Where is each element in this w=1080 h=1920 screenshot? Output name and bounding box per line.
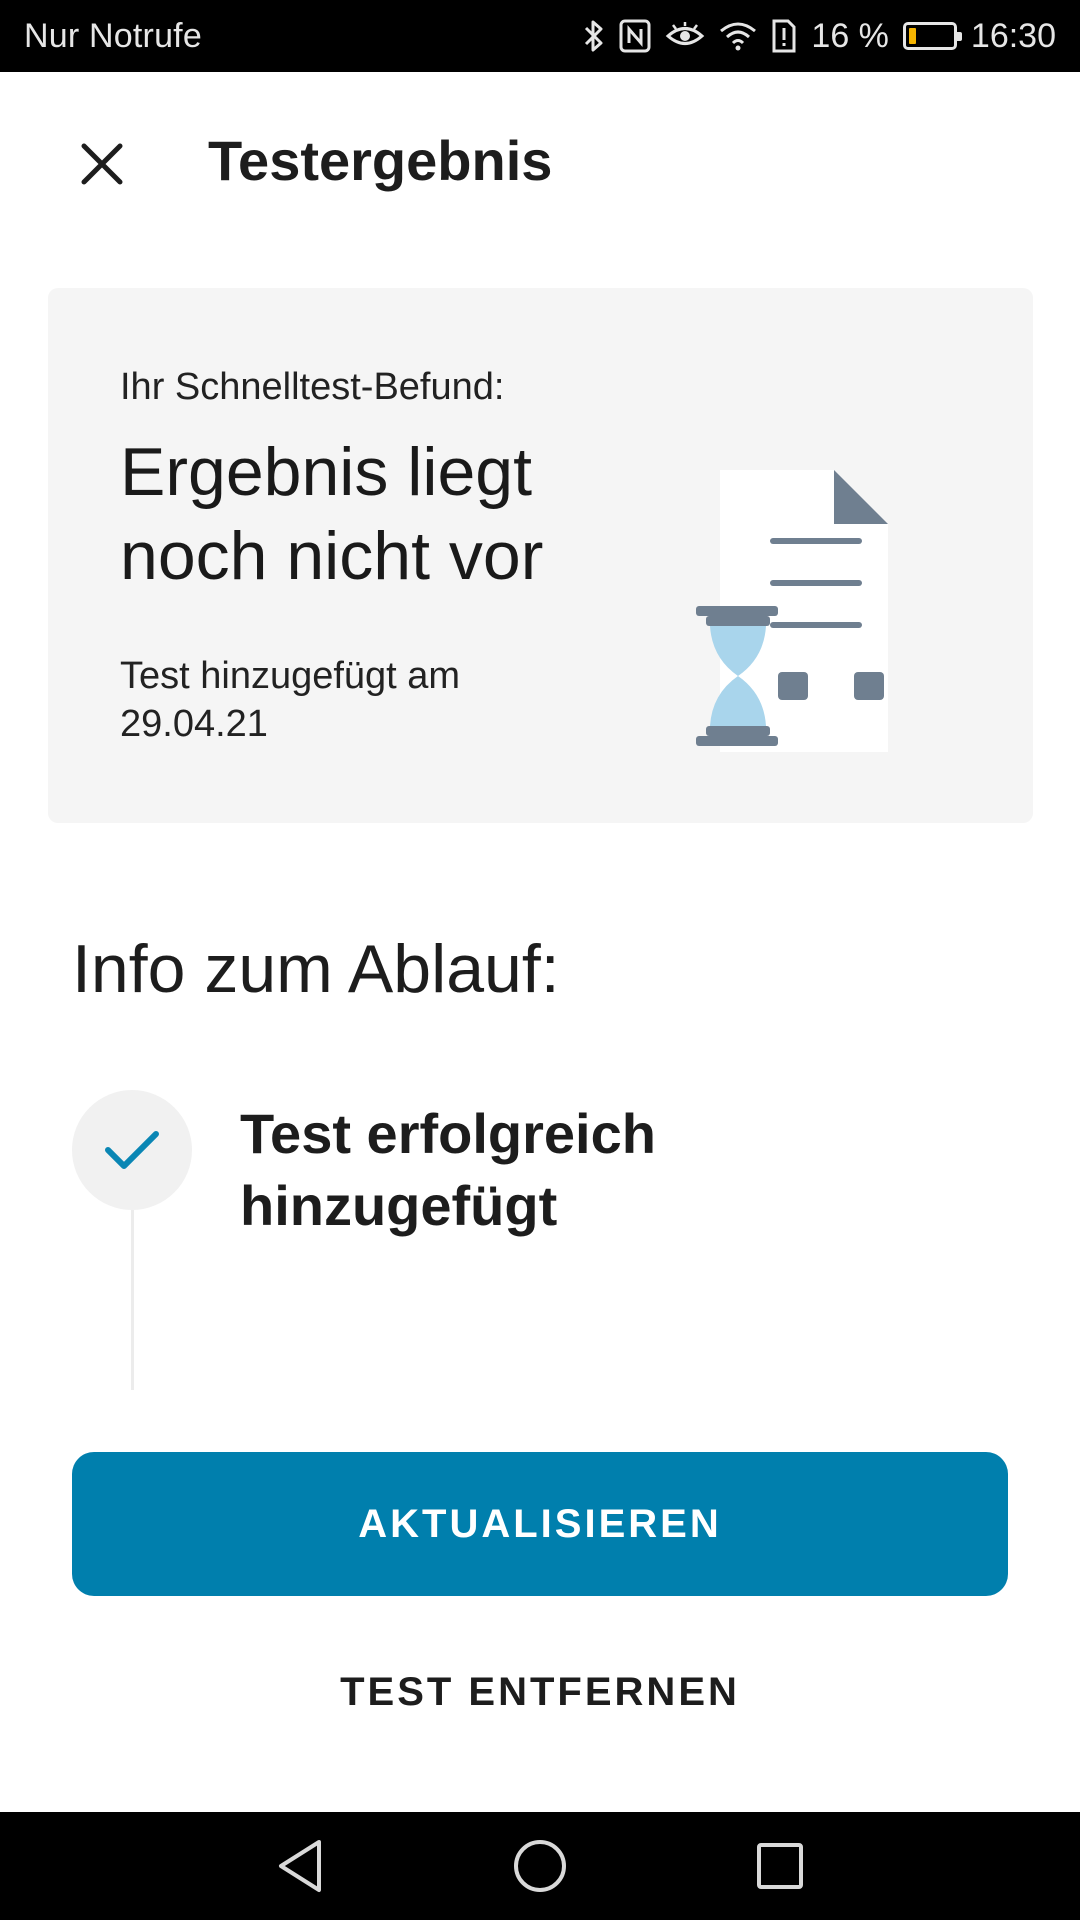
close-icon <box>81 143 123 185</box>
close-button[interactable] <box>60 122 144 206</box>
sim-alert-icon <box>771 16 797 56</box>
clock: 16:30 <box>970 16 1056 55</box>
recents-icon <box>757 1843 803 1889</box>
remove-test-button[interactable]: TEST ENTFERNEN <box>72 1636 1008 1748</box>
battery-percent: 16 % <box>811 16 889 55</box>
screen: Nur Notrufe 16 % 16:30 Testergebnis Ihr … <box>0 0 1080 1920</box>
home-icon <box>514 1840 566 1892</box>
back-icon <box>279 1840 321 1892</box>
document-hourglass-illustration <box>696 470 888 752</box>
result-status: Ergebnis liegt noch nicht vor <box>120 434 544 594</box>
status-bar: Nur Notrufe 16 % 16:30 <box>0 0 1080 72</box>
toolbar: Testergebnis <box>0 72 1080 244</box>
bluetooth-icon <box>583 16 605 56</box>
refresh-button[interactable]: AKTUALISIEREN <box>72 1452 1008 1596</box>
nfc-icon <box>619 16 651 56</box>
status-icons: 16 % 16:30 <box>583 16 1056 56</box>
page-title: Testergebnis <box>208 129 553 192</box>
battery-icon <box>902 22 962 50</box>
back-button[interactable] <box>260 1826 340 1906</box>
step-status-indicator <box>72 1090 192 1210</box>
info-heading: Info zum Ablauf: <box>72 931 560 1007</box>
step-label: Test erfolgreich hinzugefügt <box>240 1102 656 1237</box>
battery-level <box>908 28 916 44</box>
wifi-icon <box>719 16 757 56</box>
home-button[interactable] <box>500 1826 580 1906</box>
eye-comfort-icon <box>665 16 705 56</box>
test-added-date: Test hinzugefügt am 29.04.21 <box>120 655 461 745</box>
carrier-text: Nur Notrufe <box>24 16 202 55</box>
navigation-bar <box>0 1812 1080 1920</box>
result-label: Ihr Schnelltest-Befund: <box>120 366 505 408</box>
result-card: Ihr Schnelltest-Befund: Ergebnis liegt n… <box>48 288 1033 823</box>
checkmark-icon <box>105 1131 159 1169</box>
step-connector-line <box>131 1210 134 1390</box>
recents-button[interactable] <box>740 1826 820 1906</box>
